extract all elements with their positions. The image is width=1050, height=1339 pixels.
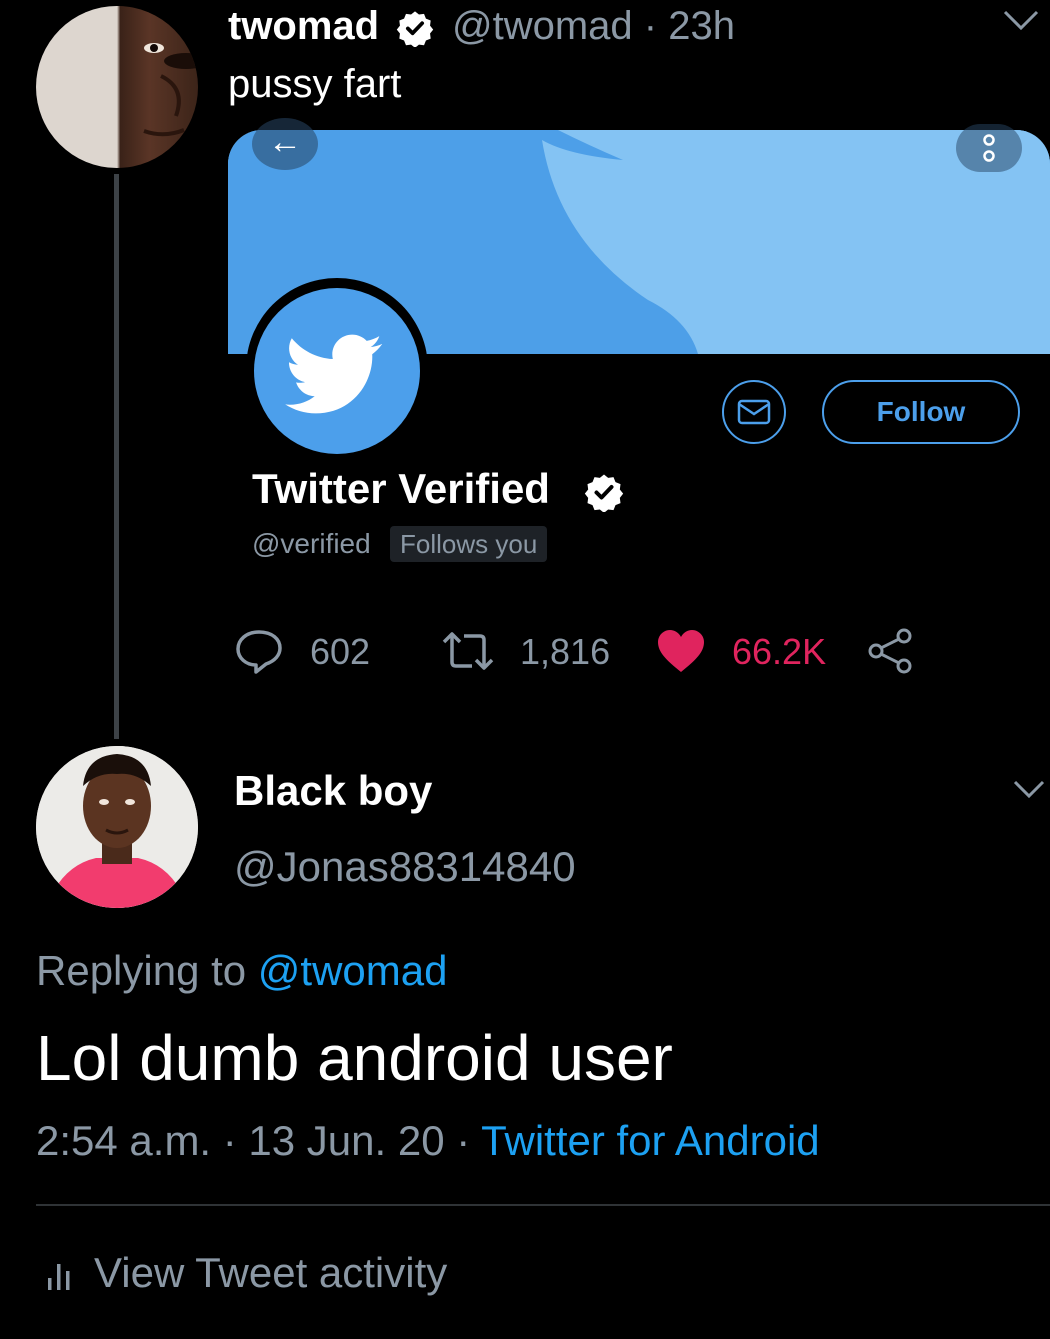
blackboy-avatar[interactable] (36, 746, 198, 908)
heart-icon[interactable] (656, 628, 706, 679)
tweet-handle[interactable]: @twomad (452, 4, 633, 48)
profile-name: Twitter Verified (252, 465, 550, 512)
bar-chart-icon[interactable] (46, 1258, 72, 1297)
replying-to-line: Replying to @twomad (36, 946, 448, 996)
reply-author-name[interactable]: Black boy (234, 766, 432, 816)
replying-to-handle[interactable]: @twomad (258, 947, 448, 994)
message-button[interactable] (722, 380, 786, 444)
back-arrow-icon[interactable]: ← (252, 118, 318, 170)
twomad-avatar[interactable] (36, 6, 198, 168)
divider (36, 1204, 1050, 1206)
verified-badge-icon (584, 472, 624, 517)
like-count: 66.2K (732, 631, 827, 672)
profile-handle: @verified (252, 528, 371, 559)
replying-to-label: Replying to (36, 947, 258, 994)
tweet-source-link[interactable]: Twitter for Android (481, 1117, 819, 1164)
reply-count: 602 (310, 631, 371, 672)
twitter-bird-icon[interactable] (254, 288, 420, 454)
view-tweet-activity-link[interactable]: View Tweet activity (94, 1248, 447, 1298)
tweet-meta: 2:54 a.m. · 13 Jun. 20 · Twitter for And… (36, 1116, 820, 1166)
tweet-timestamp: 2:54 a.m. · 13 Jun. 20 · (36, 1117, 482, 1164)
reply-handle[interactable]: @Jonas88314840 (234, 842, 576, 892)
verified-badge-icon (396, 9, 434, 52)
more-options-icon[interactable] (956, 124, 1022, 172)
share-icon[interactable] (866, 626, 916, 681)
retweet-icon[interactable] (440, 628, 496, 679)
retweet-count: 1,816 (520, 631, 611, 672)
reply-text: Lol dumb android user (36, 1022, 673, 1094)
tweet-handle-time: @twomad · 23h (452, 2, 735, 50)
thread-line (114, 174, 119, 739)
follow-button[interactable]: Follow (822, 380, 1020, 444)
chevron-down-icon[interactable] (1012, 776, 1046, 807)
tweet-text: pussy fart (228, 62, 402, 106)
tweet-time: · 23h (643, 4, 735, 48)
reply-icon[interactable] (234, 628, 284, 679)
follows-you-badge: Follows you (390, 526, 548, 562)
tweet-author-name[interactable]: twomad (228, 2, 379, 50)
chevron-down-icon[interactable] (1002, 6, 1040, 39)
